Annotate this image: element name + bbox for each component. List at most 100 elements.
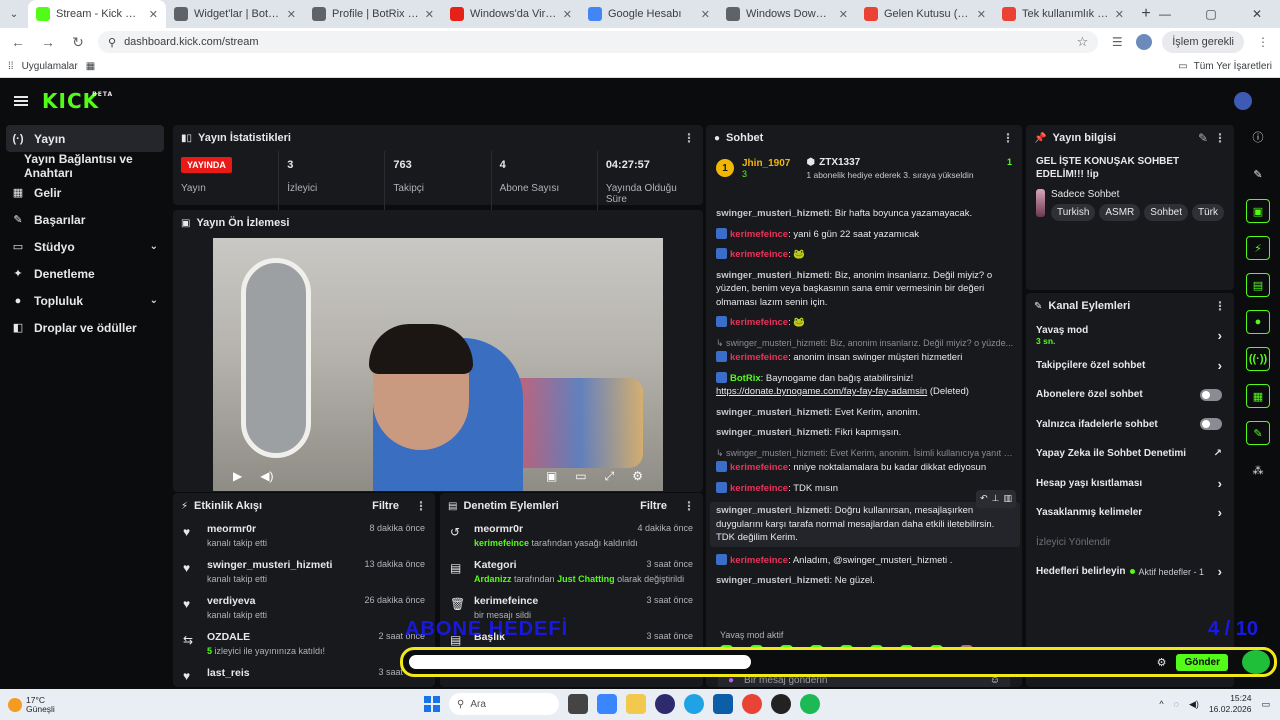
network-icon[interactable]: ◌ bbox=[1174, 699, 1179, 709]
wrench-tool-icon[interactable]: ✎ bbox=[1246, 421, 1270, 445]
feed-item[interactable]: ⇆ OZDALE 2 saat önce 5 izleyici ile yayının… bbox=[173, 627, 435, 663]
play-icon[interactable]: ▶ bbox=[233, 469, 242, 483]
sidebar-item[interactable]: ▭ Stüdyo ⌄ bbox=[0, 233, 170, 260]
tab-close-icon[interactable]: ✕ bbox=[425, 8, 434, 21]
broadcast-icon[interactable]: ((·)) bbox=[1246, 347, 1270, 371]
widgets-icon[interactable] bbox=[597, 694, 617, 714]
chat-username[interactable]: swinger_musteri_hizmeti bbox=[716, 208, 830, 219]
chevron-right-icon[interactable]: › bbox=[1218, 328, 1222, 343]
forward-button[interactable]: → bbox=[38, 32, 58, 52]
tab-close-icon[interactable]: ✕ bbox=[977, 8, 986, 21]
tab-close-icon[interactable]: ✕ bbox=[149, 8, 158, 21]
browser-tab[interactable]: Google Hesabı ✕ bbox=[580, 0, 718, 28]
menu-icon[interactable] bbox=[14, 96, 28, 106]
nodes-icon[interactable]: ⁂ bbox=[1246, 458, 1270, 482]
overlay-text-input[interactable] bbox=[409, 655, 751, 669]
chevron-right-icon[interactable]: › bbox=[1218, 505, 1222, 520]
file-explorer-icon[interactable] bbox=[626, 694, 646, 714]
chat-username[interactable]: kerimefeince bbox=[730, 249, 788, 260]
info-more-icon[interactable]: ⋮ bbox=[1214, 131, 1226, 145]
chat-message[interactable]: swinger_musteri_hizmeti: Evet Kerim, ano… bbox=[716, 406, 1014, 420]
sidebar-item[interactable]: ✎ Başarılar bbox=[0, 206, 170, 233]
tab-close-icon[interactable]: ✕ bbox=[839, 8, 848, 21]
bookmark-star-icon[interactable]: ☆ bbox=[1077, 34, 1089, 50]
chat-username[interactable]: kerimefeince bbox=[730, 462, 788, 473]
chat-username[interactable]: swinger_musteri_hizmeti bbox=[716, 575, 830, 586]
chat-link[interactable]: https://donate.bynogame.com/fay-fay-fay-… bbox=[716, 386, 927, 397]
chat-bubble-icon[interactable]: ● bbox=[1246, 310, 1270, 334]
activity-filter-button[interactable]: Filtre bbox=[372, 500, 399, 512]
app-circle-icon[interactable] bbox=[655, 694, 675, 714]
activity-more-icon[interactable]: ⋮ bbox=[415, 499, 427, 513]
settings-icon[interactable]: ⚙ bbox=[632, 469, 643, 484]
volume-icon[interactable]: ◀) bbox=[260, 469, 273, 483]
chat-message[interactable]: kerimefeince: Anladım, @swinger_musteri_… bbox=[716, 553, 1014, 568]
tag-chip[interactable]: Türk bbox=[1192, 204, 1224, 221]
tag-chip[interactable]: ASMR bbox=[1099, 204, 1141, 221]
chat-message[interactable]: kerimefeince: TDK mısın bbox=[716, 481, 1014, 496]
edge-icon[interactable] bbox=[684, 694, 704, 714]
start-icon[interactable] bbox=[424, 696, 440, 712]
sidebar-item[interactable]: ▦ Gelir bbox=[0, 179, 170, 206]
chat-message[interactable]: swinger_musteri_hizmeti: Doğru kullanırs… bbox=[710, 490, 1020, 547]
feed-item[interactable]: ♥ verdiyeva 26 dakika önce kanalı takip ett… bbox=[173, 591, 435, 627]
feed-name[interactable]: OZDALE bbox=[207, 631, 250, 643]
spotify-icon[interactable] bbox=[800, 694, 820, 714]
user-avatar[interactable] bbox=[1234, 92, 1252, 110]
stats-more-icon[interactable]: ⋮ bbox=[683, 131, 695, 145]
chat-username[interactable]: kerimefeince bbox=[730, 555, 788, 566]
channel-action[interactable]: Hedefleri belirleyin Aktif hedefler - 1 › bbox=[1026, 557, 1234, 587]
chat-username[interactable]: swinger_musteri_hizmeti bbox=[716, 407, 830, 418]
clip-icon[interactable]: ▣ bbox=[1246, 199, 1270, 223]
chat-username[interactable]: swinger_musteri_hizmeti bbox=[716, 270, 830, 281]
browser-tab[interactable]: Profile | BotRix — Cloud S ✕ bbox=[304, 0, 442, 28]
feed-item[interactable]: ▤ Kategori 3 saat önce Ardanizz tarafından … bbox=[440, 555, 703, 591]
reply-icon[interactable]: ↶ bbox=[980, 492, 988, 506]
lightning-icon[interactable]: ⚡ bbox=[1246, 236, 1270, 260]
moderation-more-icon[interactable]: ⋮ bbox=[683, 499, 695, 513]
chevron-right-icon[interactable]: › bbox=[1218, 358, 1222, 373]
chat-message[interactable]: swinger_musteri_hizmeti: Fikri kapmışsın… bbox=[716, 426, 1014, 440]
send-button[interactable]: Gönder bbox=[1176, 653, 1228, 671]
reload-button[interactable]: ↻ bbox=[68, 32, 88, 52]
action-required-button[interactable]: İşlem gerekli bbox=[1162, 31, 1244, 53]
tag-chip[interactable]: Turkish bbox=[1050, 204, 1096, 221]
tab-close-icon[interactable]: ✕ bbox=[1115, 8, 1124, 21]
chat-message[interactable]: kerimefeince: nniye noktalamalara bu kad… bbox=[716, 461, 1014, 475]
browser-tab[interactable]: Stream - Kick Dashboard ✕ bbox=[28, 0, 166, 28]
channel-action[interactable]: İzleyici Yönlendir bbox=[1026, 528, 1234, 558]
chat-username[interactable]: kerimefeince bbox=[730, 317, 788, 328]
toggle-switch[interactable] bbox=[1200, 418, 1222, 431]
channel-action[interactable]: Takipçilere özel sohbet › bbox=[1026, 351, 1234, 381]
tray-chevron-icon[interactable]: ^ bbox=[1159, 699, 1163, 709]
site-info-icon[interactable]: ⚲ bbox=[108, 36, 116, 49]
address-bar[interactable]: ⚲ dashboard.kick.com/stream ☆ bbox=[98, 31, 1099, 53]
chat-message[interactable]: swinger_musteri_hizmeti: Ne güzel. bbox=[716, 574, 1014, 588]
taskbar-search[interactable]: ⚲ Ara bbox=[449, 693, 559, 715]
clock[interactable]: 15:24 16.02.2026 bbox=[1209, 693, 1252, 715]
list-icon[interactable]: ▤ bbox=[1246, 273, 1270, 297]
back-button[interactable]: ← bbox=[8, 32, 28, 52]
reading-list-icon[interactable]: ☰ bbox=[1108, 33, 1126, 51]
sidebar-item[interactable]: Yayın Bağlantısı ve Anahtarı bbox=[0, 152, 170, 180]
chat-message[interactable]: kerimefeince: yani 6 gün 22 saat yazamıc… bbox=[716, 227, 1014, 242]
chat-username[interactable]: kerimefeince bbox=[730, 352, 788, 363]
chat-more-icon[interactable]: ⋮ bbox=[1002, 131, 1014, 145]
browser-tab[interactable]: Windows'da Virüsten Kor ✕ bbox=[442, 0, 580, 28]
chat-message[interactable]: kerimefeince: 🐸 bbox=[716, 316, 1014, 330]
feed-name[interactable]: kerimefeince bbox=[474, 595, 538, 607]
channel-action[interactable]: Yavaş mod 3 sn. › bbox=[1026, 321, 1234, 351]
browser-tab[interactable]: Windows Download - Prin ✕ bbox=[718, 0, 856, 28]
browser-tab[interactable]: Gelen Kutusu (5.519) - hir ✕ bbox=[856, 0, 994, 28]
channel-action[interactable]: Yasaklanmış kelimeler › bbox=[1026, 498, 1234, 528]
tag-chip[interactable]: Sohbet bbox=[1144, 204, 1188, 221]
feed-item[interactable]: ♥ swinger_musteri_hizmeti 13 dakika önce ka… bbox=[173, 555, 435, 591]
tab-close-icon[interactable]: ✕ bbox=[563, 8, 572, 21]
grid-icon[interactable]: ▦ bbox=[86, 61, 95, 72]
browser-tab[interactable]: Tek kullanımlık kodunuz: ✕ bbox=[994, 0, 1132, 28]
theater-icon[interactable]: ▭ bbox=[575, 469, 586, 484]
delete-icon[interactable]: ▥ bbox=[1003, 492, 1012, 506]
feed-item[interactable]: ♥ last_reis 3 saat önce bbox=[173, 663, 435, 687]
feed-item[interactable]: ↺ meormr0r 4 dakika önce kerimefeince taraf… bbox=[440, 519, 703, 555]
chat-username[interactable]: kerimefeince bbox=[730, 483, 788, 494]
